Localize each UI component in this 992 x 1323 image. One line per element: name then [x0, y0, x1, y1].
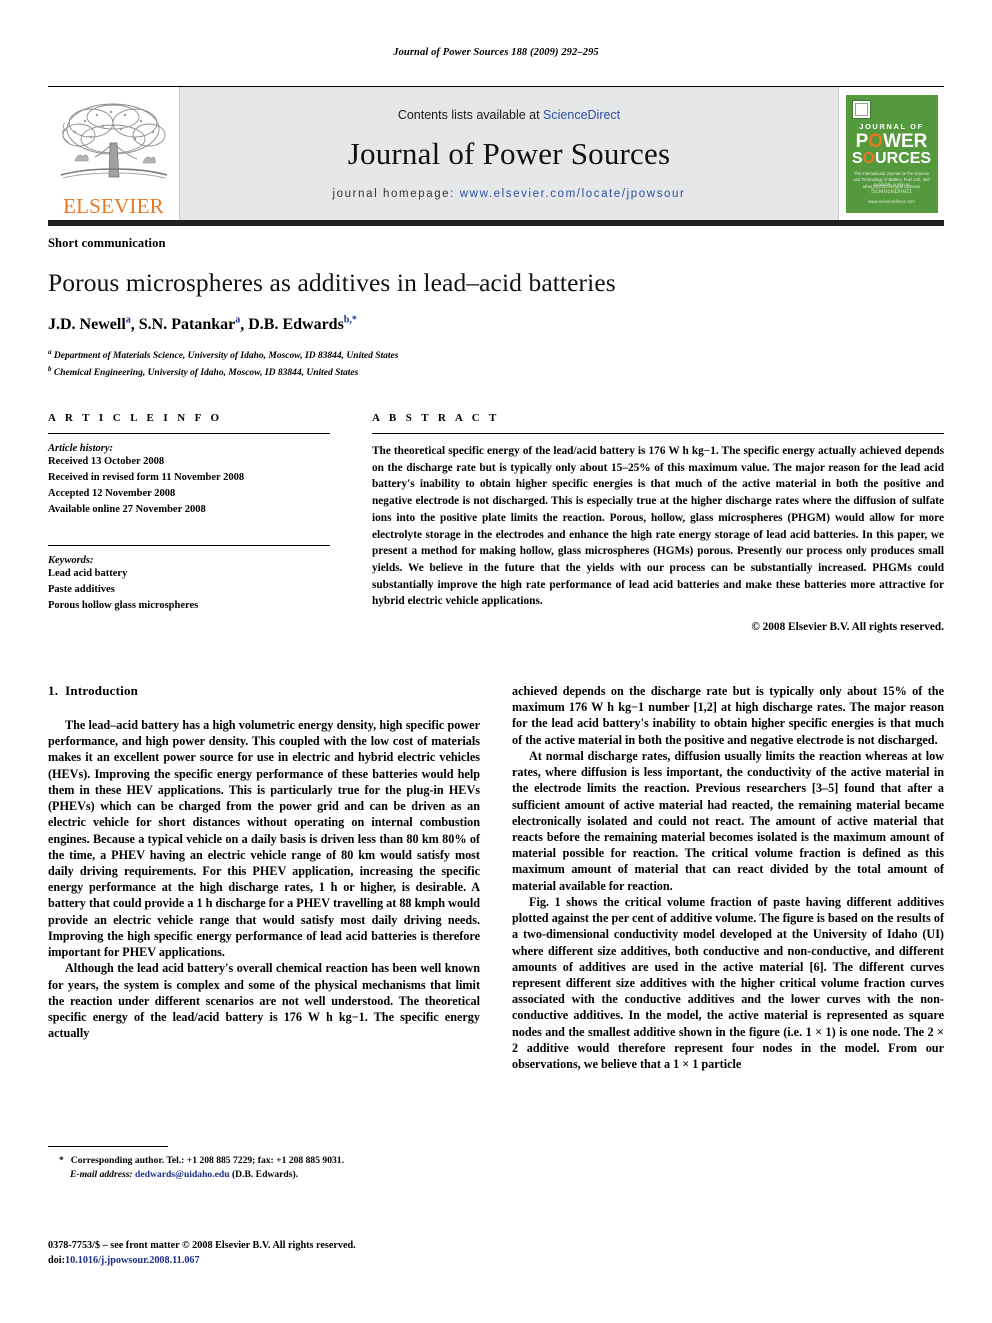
author-2: S.N. Patankara	[138, 315, 241, 334]
email-link[interactable]: dedwards@uidaho.edu	[135, 1169, 230, 1180]
cover-sd-brand: ScienceDirect	[871, 189, 912, 196]
abstract-text: The theoretical specific energy of the l…	[372, 445, 944, 608]
author-3: D.B. Edwardsb,*	[248, 315, 357, 334]
abstract-column: A B S T R A C T The theoretical specific…	[372, 412, 944, 633]
keyword-1: Lead acid battery	[48, 567, 128, 579]
keywords-label: Keywords:	[48, 554, 94, 566]
info-abstract-block: A R T I C L E I N F O Article history: R…	[48, 412, 944, 633]
contents-prefix: Contents lists available at	[397, 108, 544, 122]
doi-link[interactable]: 10.1016/j.jpowsour.2008.11.067	[65, 1255, 200, 1266]
journal-masthead: ELSEVIER Contents lists available at Sci…	[48, 86, 944, 221]
author-2-affiliation-marker: a	[235, 315, 241, 326]
paragraph-right-3: Fig. 1 shows the critical volume fractio…	[512, 894, 944, 1072]
body-column-right: achieved depends on the discharge rate b…	[512, 683, 944, 1243]
corresponding-author-marker: *	[59, 1155, 64, 1166]
cover-art: JOURNAL OF POWER SOURCES The Internation…	[845, 95, 938, 213]
affiliations: a Department of Materials Science, Unive…	[48, 347, 944, 381]
affiliation-b-marker: b	[48, 365, 52, 374]
author-1-affiliation-marker: a	[125, 315, 131, 326]
cover-line-2: POWER	[855, 131, 928, 152]
sciencedirect-link[interactable]: ScienceDirect	[543, 108, 620, 122]
homepage-url-link[interactable]: www.elsevier.com/locate/jpowsour	[460, 188, 686, 200]
article-info-rule	[48, 433, 330, 434]
section-title: Introduction	[65, 683, 139, 698]
abstract-heading: A B S T R A C T	[372, 412, 500, 424]
masthead-center: Contents lists available at ScienceDirec…	[179, 87, 839, 221]
doi-line: doi:10.1016/j.jpowsour.2008.11.067	[48, 1253, 508, 1268]
article-history-label: Article history:	[48, 443, 114, 454]
article-type: Short communication	[48, 236, 166, 250]
doi-label: doi:	[48, 1255, 65, 1267]
publisher-logo: ELSEVIER	[48, 87, 179, 221]
contents-available-line: Contents lists available at ScienceDirec…	[398, 108, 620, 122]
page-title: Porous microspheres as additives in lead…	[48, 268, 616, 297]
author-3-affiliation-marker: b,*	[343, 315, 357, 326]
paper-page: Journal of Power Sources 188 (2009) 292–…	[0, 0, 992, 1323]
article-header: Short communication Porous microspheres …	[48, 236, 944, 381]
cover-publisher-mark-icon	[851, 100, 871, 119]
section-number: 1.	[48, 683, 59, 698]
running-head: Journal of Power Sources 188 (2009) 292–…	[393, 47, 599, 58]
header-divider	[48, 220, 944, 226]
history-revised: Received in revised form 11 November 200…	[48, 471, 245, 483]
abstract-copyright: © 2008 Elsevier B.V. All rights reserved…	[751, 621, 944, 634]
email-label: E-mail address:	[70, 1168, 133, 1180]
section-heading-introduction: 1. Introduction	[48, 683, 480, 699]
cover-line-1: JOURNAL OF	[859, 122, 924, 131]
keyword-3: Porous hollow glass microspheres	[48, 599, 199, 611]
history-accepted: Accepted 12 November 2008	[48, 487, 176, 499]
article-info-column: A R T I C L E I N F O Article history: R…	[48, 412, 330, 633]
paragraph-right-1: achieved depends on the discharge rate b…	[512, 684, 944, 747]
paragraph-left-1: The lead–acid battery has a high volumet…	[48, 718, 480, 960]
corresponding-author-note: * Corresponding author. Tel.: +1 208 885 …	[59, 1155, 344, 1166]
homepage-label: journal homepage:	[332, 188, 455, 200]
history-online: Available online 27 November 2008	[48, 503, 206, 515]
abstract-rule	[372, 433, 944, 434]
cover-sd-small: Available online at	[873, 182, 910, 188]
footnote-block: * Corresponding author. Tel.: +1 208 885 …	[48, 1146, 480, 1182]
cover-sd-foot: www.sciencedirect.com	[868, 198, 915, 204]
cover-line-3: SOURCES	[851, 150, 932, 167]
column-gap	[330, 412, 372, 633]
affiliation-a: a Department of Materials Science, Unive…	[48, 348, 399, 362]
body-column-gap	[480, 683, 512, 1243]
footnote-rule	[48, 1146, 168, 1147]
keyword-2: Paste additives	[48, 583, 115, 595]
elsevier-wordmark: ELSEVIER	[63, 194, 164, 218]
email-owner: (D.B. Edwards).	[231, 1168, 299, 1180]
article-info-heading: A R T I C L E I N F O	[48, 412, 223, 424]
cover-sciencedirect-block: Available online at ScienceDirect www.sc…	[846, 181, 938, 205]
journal-cover-thumbnail: JOURNAL OF POWER SOURCES The Internation…	[839, 87, 944, 221]
history-received: Received 13 October 2008	[48, 456, 165, 467]
issn-doi-block: 0378-7753/$ – see front matter © 2008 El…	[48, 1238, 508, 1269]
affiliation-b: b Chemical Engineering, University of Id…	[48, 365, 359, 379]
paragraph-right-2: At normal discharge rates, diffusion usu…	[512, 748, 944, 893]
journal-homepage-line: journal homepage: www.elsevier.com/locat…	[333, 188, 686, 200]
issn-line: 0378-7753/$ – see front matter © 2008 El…	[48, 1240, 356, 1251]
journal-title: Journal of Power Sources	[347, 136, 671, 171]
affiliation-a-marker: a	[48, 348, 52, 357]
keywords-rule	[48, 544, 330, 546]
paragraph-left-2: Although the lead acid battery's overall…	[48, 961, 480, 1041]
author-1: J.D. Newella	[48, 315, 131, 334]
email-note: E-mail address: dedwards@uidaho.edu (D.B…	[48, 1168, 480, 1182]
author-list: J.D. Newella, S.N. Patankara, D.B. Edwar…	[48, 315, 357, 334]
elsevier-tree-icon	[60, 103, 167, 179]
